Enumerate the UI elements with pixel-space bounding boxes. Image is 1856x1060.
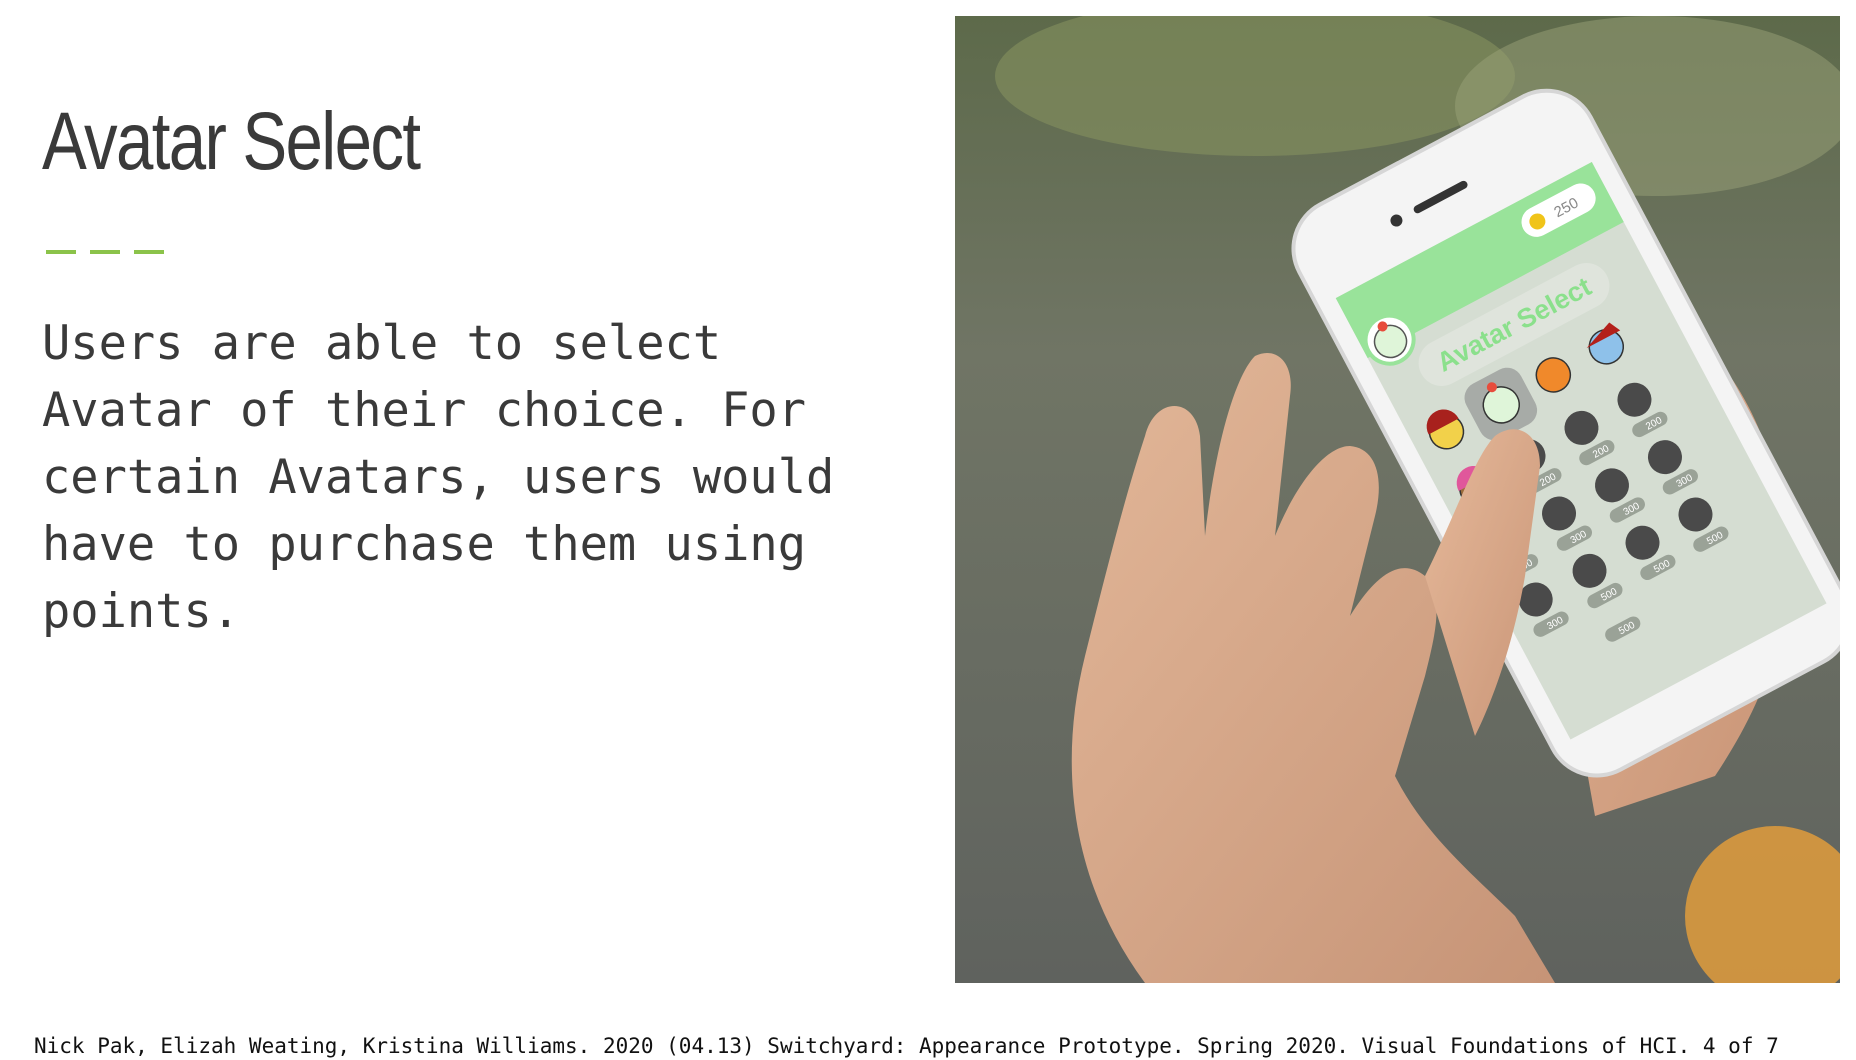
slide-title: Avatar Select — [42, 96, 421, 187]
accent-dash — [90, 250, 120, 254]
title-accent-divider — [46, 250, 164, 254]
slide-footer-citation: Nick Pak, Elizah Weating, Kristina Willi… — [34, 1034, 1779, 1058]
phone-in-hands-photo: 250 Avatar Select 200 200 200 300 300 30… — [955, 16, 1840, 983]
accent-dash — [46, 250, 76, 254]
accent-dash — [134, 250, 164, 254]
slide-body-text: Users are able to select Avatar of their… — [42, 316, 835, 639]
slide: Avatar Select Users are able to select A… — [0, 0, 1856, 1060]
